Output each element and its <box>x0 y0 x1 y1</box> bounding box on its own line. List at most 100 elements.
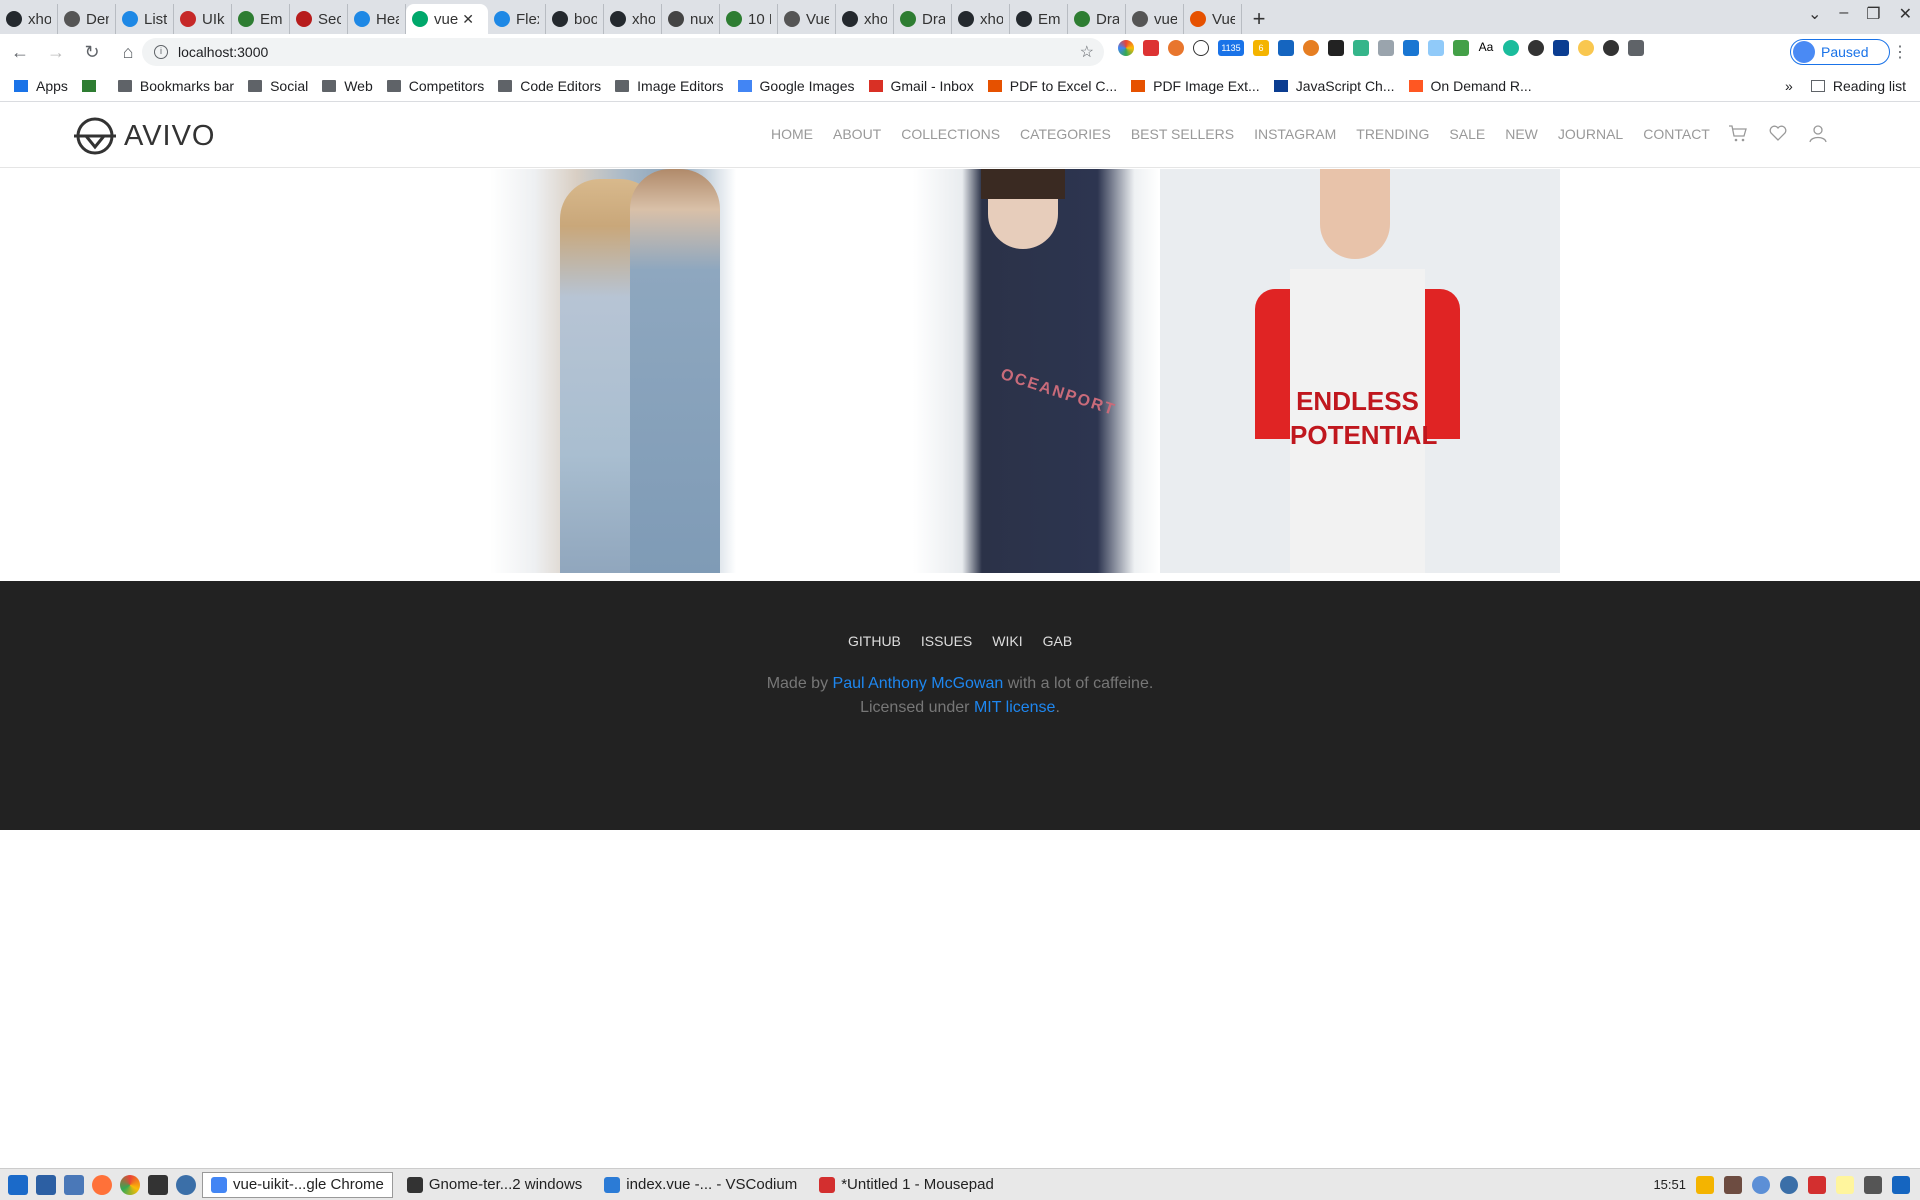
author-link[interactable]: Paul Anthony McGowan <box>833 675 1004 692</box>
address-bar[interactable]: i localhost:3000 ☆ <box>142 38 1104 66</box>
browser-tab[interactable]: nuxt- <box>662 4 720 34</box>
tray-notes-icon[interactable] <box>1836 1175 1854 1194</box>
browser-tab[interactable]: xhost <box>604 4 662 34</box>
nav-item-best-sellers[interactable]: BEST SELLERS <box>1131 126 1234 142</box>
browser-tab[interactable]: boots <box>546 4 604 34</box>
footer-link-github[interactable]: GITHUB <box>848 633 901 649</box>
tray-display-icon[interactable] <box>1864 1175 1882 1194</box>
clock[interactable]: 15:51 <box>1653 1177 1686 1192</box>
taskbar-task[interactable]: *Untitled 1 - Mousepad <box>811 1172 1002 1198</box>
nav-item-new[interactable]: NEW <box>1505 126 1538 142</box>
tray-network-icon[interactable] <box>1752 1175 1770 1194</box>
footer-link-wiki[interactable]: WIKI <box>992 633 1022 649</box>
extension-icon[interactable]: Aa <box>1478 40 1494 56</box>
bookmark-item[interactable]: Google Images <box>737 78 855 94</box>
bookmark-item[interactable]: Apps <box>14 78 68 94</box>
footer-link-issues[interactable]: ISSUES <box>921 633 972 649</box>
browser-tab[interactable]: Empa <box>1010 4 1068 34</box>
bookmark-item[interactable]: PDF Image Ext... <box>1131 78 1260 94</box>
terminal-icon[interactable] <box>148 1174 168 1195</box>
browser-tab[interactable]: Dragg <box>1068 4 1126 34</box>
file-manager-icon[interactable] <box>64 1174 84 1195</box>
extension-badge-icon[interactable]: 1135 <box>1218 40 1244 56</box>
site-info-icon[interactable]: i <box>154 45 168 59</box>
user-icon[interactable] <box>1808 123 1828 143</box>
show-desktop-icon[interactable] <box>36 1174 56 1195</box>
hero-slider[interactable]: OCEANPORT ENDLESS POTENTIAL <box>0 169 1920 581</box>
extension-icon[interactable] <box>1328 40 1344 56</box>
browser-tab[interactable]: 10 Be <box>720 4 778 34</box>
browser-tab[interactable]: Sectio <box>290 4 348 34</box>
start-menu-icon[interactable] <box>8 1174 28 1195</box>
browser-tab[interactable]: Dragg <box>894 4 952 34</box>
browser-tab[interactable]: xhost <box>952 4 1010 34</box>
nav-item-instagram[interactable]: INSTAGRAM <box>1254 126 1336 142</box>
extension-icon[interactable] <box>1303 40 1319 56</box>
firefox-icon[interactable] <box>92 1174 112 1195</box>
bookmark-item[interactable]: PDF to Excel C... <box>987 78 1117 94</box>
extension-icon[interactable] <box>1278 40 1294 56</box>
nav-item-about[interactable]: ABOUT <box>833 126 881 142</box>
maximize-button[interactable]: ❐ <box>1866 4 1880 24</box>
extension-icon[interactable] <box>1143 40 1159 56</box>
browser-menu-icon[interactable]: ⋮ <box>1892 42 1908 62</box>
extension-icon[interactable] <box>1503 40 1519 56</box>
browser-tab[interactable]: xhost <box>0 4 58 34</box>
nav-item-home[interactable]: HOME <box>771 126 813 142</box>
close-window-button[interactable]: ✕ <box>1899 4 1912 24</box>
taskbar-task[interactable]: index.vue -... - VSCodium <box>596 1172 805 1198</box>
nav-item-journal[interactable]: JOURNAL <box>1558 126 1623 142</box>
taskbar-task[interactable]: Gnome-ter...2 windows <box>399 1172 590 1198</box>
tray-mail-icon[interactable] <box>1808 1175 1826 1194</box>
bookmark-item[interactable]: On Demand R... <box>1408 78 1532 94</box>
home-button[interactable]: ⌂ <box>112 36 144 68</box>
forward-button[interactable]: → <box>40 36 72 68</box>
bookmark-item[interactable]: Gmail - Inbox <box>868 78 974 94</box>
extension-icon[interactable] <box>1603 40 1619 56</box>
extensions-puzzle-icon[interactable] <box>1628 40 1644 56</box>
nav-item-collections[interactable]: COLLECTIONS <box>901 126 1000 142</box>
bookmark-item[interactable]: Bookmarks bar <box>117 78 234 94</box>
nav-item-sale[interactable]: SALE <box>1449 126 1485 142</box>
new-tab-button[interactable]: + <box>1242 4 1276 34</box>
extension-icon[interactable] <box>1428 40 1444 56</box>
tab-close-icon[interactable]: ✕ <box>462 11 474 28</box>
bookmark-item[interactable]: Competitors <box>386 78 484 94</box>
browser-tab[interactable]: Embry <box>232 4 290 34</box>
extension-icon[interactable] <box>1118 40 1134 56</box>
extension-icon[interactable] <box>1578 40 1594 56</box>
extension-icon[interactable] <box>1528 40 1544 56</box>
browser-tab[interactable]: Denzi <box>58 4 116 34</box>
extension-icon[interactable] <box>1168 40 1184 56</box>
taskbar-task[interactable]: vue-uikit-...gle Chrome <box>202 1171 393 1198</box>
extension-icon[interactable] <box>1403 40 1419 56</box>
nav-item-categories[interactable]: CATEGORIES <box>1020 126 1111 142</box>
bookmark-item[interactable]: Web <box>322 78 373 94</box>
back-button[interactable]: ← <box>4 36 36 68</box>
extension-icon[interactable] <box>1193 40 1209 56</box>
bookmark-star-icon[interactable]: ☆ <box>1080 42 1094 62</box>
browser-tab[interactable]: vue-c <box>1126 4 1184 34</box>
heart-icon[interactable] <box>1768 123 1788 143</box>
extension-icon[interactable] <box>1353 40 1369 56</box>
tray-pin-icon[interactable] <box>1696 1175 1714 1194</box>
extension-icon[interactable] <box>1553 40 1569 56</box>
reading-list-button[interactable]: Reading list <box>1810 78 1906 94</box>
browser-tab[interactable]: Vue C <box>778 4 836 34</box>
browser-tab[interactable]: xhost <box>836 4 894 34</box>
site-logo[interactable]: AVIVO <box>72 116 216 156</box>
github-desktop-icon[interactable] <box>176 1174 196 1195</box>
extension-badge-icon[interactable]: 6 <box>1253 40 1269 56</box>
bookmark-item[interactable]: JavaScript Ch... <box>1273 78 1395 94</box>
browser-tab[interactable]: Flex - <box>488 4 546 34</box>
bookmark-item[interactable]: Code Editors <box>498 78 601 94</box>
browser-tab[interactable]: List co <box>116 4 174 34</box>
browser-tab[interactable]: UIkit T <box>174 4 232 34</box>
extension-icon[interactable] <box>1453 40 1469 56</box>
browser-tab[interactable]: Headi <box>348 4 406 34</box>
chrome-icon[interactable] <box>120 1174 140 1195</box>
tray-github-icon[interactable] <box>1780 1175 1798 1194</box>
nav-item-trending[interactable]: TRENDING <box>1356 126 1429 142</box>
more-bookmarks-button[interactable]: » <box>1785 78 1793 94</box>
bookmark-item[interactable]: Image Editors <box>615 78 724 94</box>
